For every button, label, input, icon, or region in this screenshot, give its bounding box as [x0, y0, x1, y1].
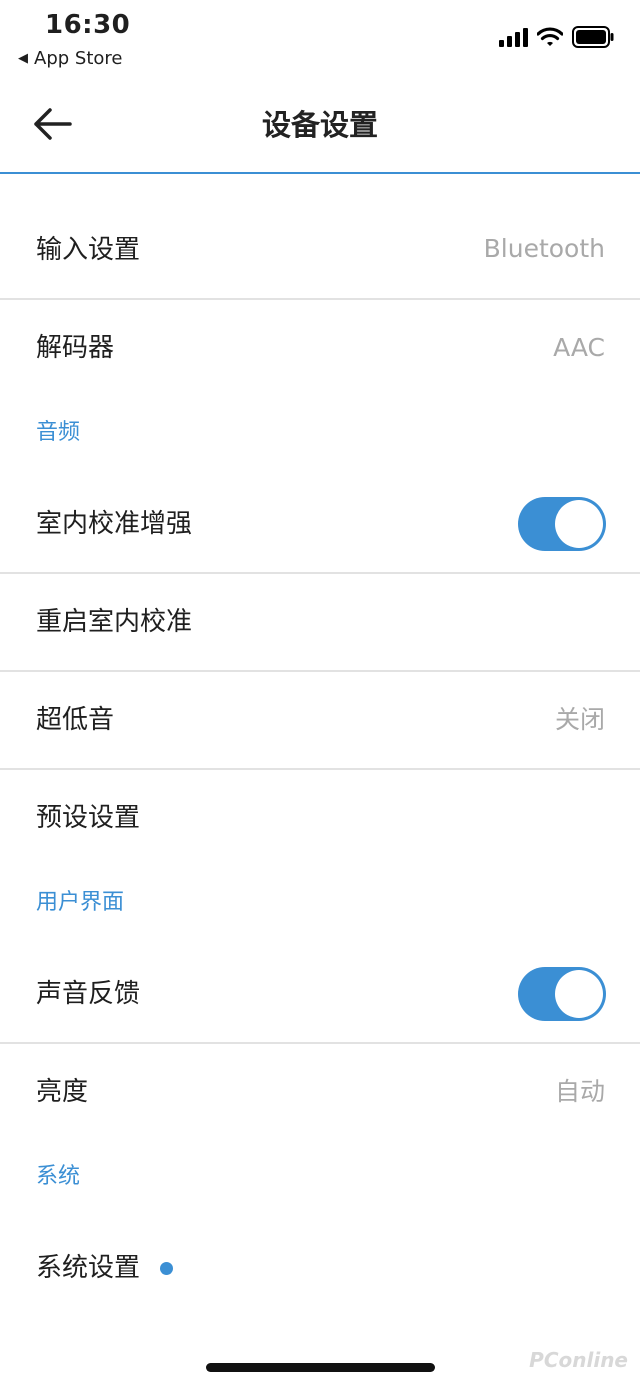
toggle-knob: [555, 970, 603, 1018]
row-label: 超低音: [36, 705, 115, 735]
section-label: 音频: [36, 420, 81, 445]
watermark: PConline: [529, 1348, 628, 1372]
toggle-knob: [555, 500, 603, 548]
row-label: 系统设置: [36, 1253, 141, 1283]
row-label: 声音反馈: [36, 979, 141, 1009]
room-calibration-toggle[interactable]: [518, 497, 606, 551]
row-sound-feedback: 声音反馈: [0, 946, 640, 1044]
status-time: 16:30: [45, 10, 131, 40]
page-title: 设备设置: [261, 108, 378, 142]
battery-icon: [572, 26, 614, 48]
back-to-app-store[interactable]: ◀ App Store: [18, 48, 122, 69]
home-indicator[interactable]: [206, 1363, 435, 1372]
notification-dot-icon: [160, 1262, 173, 1275]
row-value: 关闭: [554, 705, 605, 734]
row-room-calibration: 室内校准增强: [0, 476, 640, 574]
row-subwoofer[interactable]: 超低音 关闭: [0, 672, 640, 770]
sound-feedback-toggle[interactable]: [518, 967, 606, 1021]
row-label: 重启室内校准: [36, 607, 193, 637]
row-value: AAC: [553, 333, 605, 362]
back-app-label: App Store: [34, 48, 123, 69]
section-system: 系统: [0, 1140, 640, 1220]
row-label: 预设设置: [36, 803, 141, 833]
row-label: 解码器: [36, 333, 115, 363]
settings-list: 输入设置 Bluetooth 解码器 AAC 音频 室内校准增强 重启室内校准 …: [0, 174, 640, 1316]
system-icons: [499, 26, 614, 48]
signal-icon: [499, 27, 528, 47]
wifi-icon: [537, 27, 563, 46]
section-label: 用户界面: [36, 890, 125, 915]
back-triangle-icon: ◀: [18, 51, 28, 66]
status-bar: 16:30 ◀ App Store: [0, 0, 640, 80]
section-label: 系统: [36, 1164, 81, 1189]
row-label: 亮度: [36, 1077, 89, 1107]
row-decoder[interactable]: 解码器 AAC: [0, 300, 640, 396]
row-brightness[interactable]: 亮度 自动: [0, 1044, 640, 1140]
section-audio: 音频: [0, 396, 640, 476]
row-system-settings[interactable]: 系统设置: [0, 1220, 640, 1316]
row-presets[interactable]: 预设设置: [0, 770, 640, 866]
row-label: 室内校准增强: [36, 509, 193, 539]
row-value: 自动: [554, 1077, 605, 1106]
section-user-interface: 用户界面: [0, 866, 640, 946]
row-input-settings[interactable]: 输入设置 Bluetooth: [0, 174, 640, 300]
row-restart-calibration[interactable]: 重启室内校准: [0, 574, 640, 672]
nav-bar: 设备设置: [0, 80, 640, 174]
